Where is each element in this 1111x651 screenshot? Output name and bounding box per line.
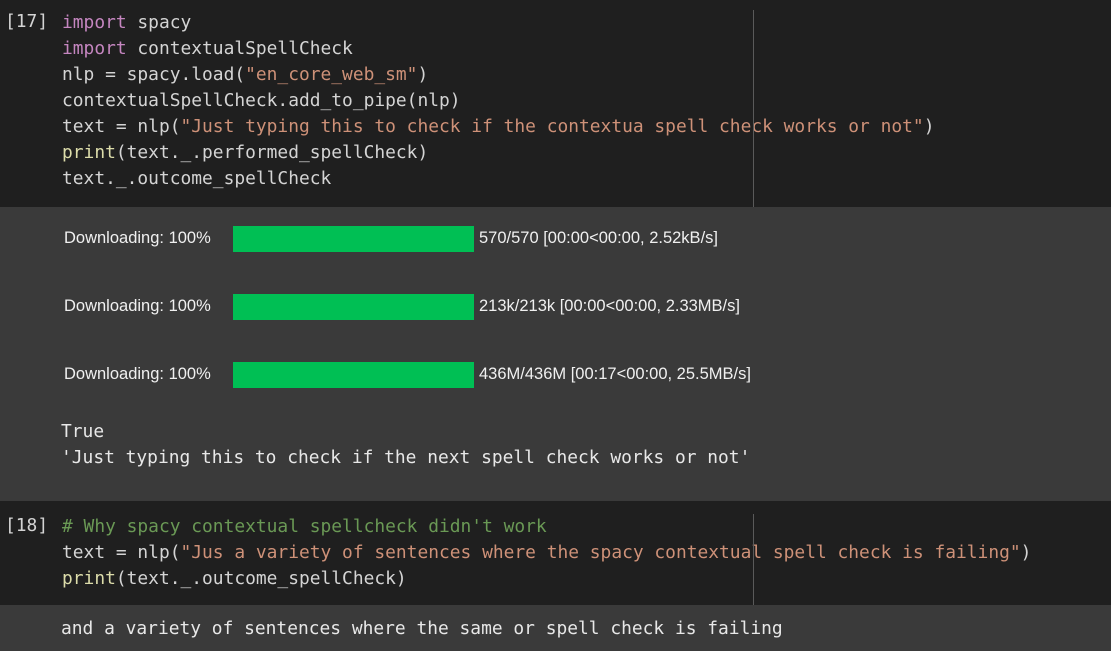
download-label: Downloading: 100% [64, 297, 211, 315]
execution-count-17: [17] [5, 11, 49, 32]
execution-count-18: [18] [5, 515, 49, 536]
code-editor[interactable]: import spacy import contextualSpellCheck n… [62, 10, 934, 192]
code-line: nlp = spacy.load("en_core_web_sm") [62, 62, 934, 88]
code-token: spacy [126, 12, 192, 33]
output-text-line: True [61, 421, 105, 442]
code-token: text = nlp( [62, 542, 181, 563]
code-line: text = nlp("Jus a variety of sentences w… [62, 540, 1031, 566]
code-token: text._.outcome_spellCheck [62, 168, 332, 189]
code-token: "Just typing this to check if the contex… [180, 116, 924, 137]
code-cell-18-output: and a variety of sentences where the sam… [0, 605, 1111, 651]
code-cell-17-input[interactable]: [17] import spacy import contextualSpellC… [0, 0, 1111, 207]
code-token: # Why spacy contextual spellcheck didn't… [62, 516, 547, 537]
download-label: Downloading: 100% [64, 365, 211, 383]
output-text-line: 'Just typing this to check if the next s… [61, 447, 751, 468]
code-line: import contextualSpellCheck [62, 36, 934, 62]
code-line: text = nlp("Just typing this to check if… [62, 114, 934, 140]
code-token: nlp = spacy.load( [62, 64, 246, 85]
code-token: text = nlp( [62, 116, 181, 137]
code-token: (text._.performed_spellCheck) [115, 142, 429, 163]
code-line: print(text._.performed_spellCheck) [62, 140, 934, 166]
code-line: import spacy [62, 10, 934, 36]
code-cell-18-input[interactable]: [18] # Why spacy contextual spellcheck d… [0, 501, 1111, 605]
code-line: # Why spacy contextual spellcheck didn't… [62, 514, 1031, 540]
code-token: contextualSpellCheck.add_to_pipe(nlp) [62, 90, 461, 111]
code-line: text._.outcome_spellCheck [62, 166, 934, 192]
code-token: ) [417, 64, 429, 85]
code-token: (text._.outcome_spellCheck) [115, 568, 407, 589]
progress-bar-fill [233, 362, 474, 388]
line-length-ruler [753, 10, 754, 207]
code-cell-17-output: Downloading: 100% 570/570 [00:00<00:00, … [0, 207, 1111, 501]
output-text-line: and a variety of sentences where the sam… [61, 618, 783, 639]
progress-bar [233, 226, 474, 252]
code-token: "Jus a variety of sentences where the sp… [180, 542, 1021, 563]
code-line: print(text._.outcome_spellCheck) [62, 566, 1031, 592]
code-token: print [62, 568, 116, 589]
code-token: import [62, 12, 127, 33]
code-token: ) [1020, 542, 1032, 563]
download-stats: 570/570 [00:00<00:00, 2.52kB/s] [479, 229, 718, 247]
progress-bar-fill [233, 226, 474, 252]
code-token: contextualSpellCheck [126, 38, 353, 59]
progress-bar-fill [233, 294, 474, 320]
progress-bar [233, 294, 474, 320]
progress-bar [233, 362, 474, 388]
download-stats: 213k/213k [00:00<00:00, 2.33MB/s] [479, 297, 740, 315]
download-label: Downloading: 100% [64, 229, 211, 247]
code-line: contextualSpellCheck.add_to_pipe(nlp) [62, 88, 934, 114]
code-token: import [62, 38, 127, 59]
code-editor[interactable]: # Why spacy contextual spellcheck didn't… [62, 514, 1031, 592]
code-token: "en_core_web_sm" [245, 64, 418, 85]
line-length-ruler [753, 514, 754, 605]
code-token: print [62, 142, 116, 163]
code-token: ) [923, 116, 935, 137]
download-stats: 436M/436M [00:17<00:00, 25.5MB/s] [479, 365, 751, 383]
